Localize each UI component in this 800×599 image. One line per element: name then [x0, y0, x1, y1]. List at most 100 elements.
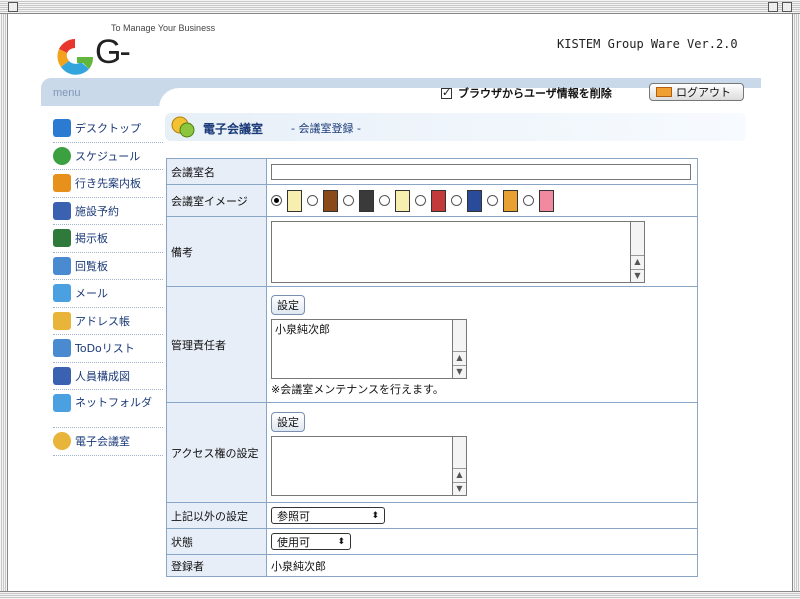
room-image-radio-7[interactable] [487, 195, 498, 206]
logout-arrow-icon [656, 87, 672, 97]
menu-item-net-folder[interactable]: ネットフォルダ [53, 390, 163, 428]
registrant-value: 小泉純次郎 [266, 554, 698, 577]
manager-scrollbar[interactable]: ▲ ▼ [452, 319, 466, 378]
menu-item-label: 人員構成図 [75, 369, 130, 383]
window-bottom-edge [0, 591, 800, 599]
logo-g-icon [57, 39, 94, 75]
scroll-down-icon[interactable]: ▼ [453, 481, 466, 495]
board-icon [53, 229, 71, 248]
meeting-icon [53, 432, 71, 451]
notes-label: 備考 [166, 216, 267, 287]
door-icon [467, 189, 482, 212]
page-subtitle: - 会議室登録 - [291, 122, 361, 135]
door-icon [503, 189, 518, 212]
clock-icon [53, 146, 71, 165]
menu-item-meeting-room[interactable]: 電子会議室 [53, 428, 163, 456]
menu-item-label: アドレス帳 [75, 314, 130, 328]
access-set-button[interactable]: 設定 [271, 411, 305, 432]
manager-list-item[interactable]: 小泉純次郎 [272, 320, 466, 338]
menu-item-label: 掲示板 [75, 232, 108, 246]
room-image-radio-1[interactable] [271, 195, 282, 206]
logo-tagline: To Manage Your Business [111, 23, 216, 33]
scroll-up-icon[interactable]: ▲ [453, 350, 466, 364]
door-icon [431, 189, 446, 212]
registrant-label: 登録者 [166, 554, 267, 577]
delete-browser-info-label: ブラウザからユーザ情報を削除 [458, 87, 612, 100]
door-icon [395, 189, 410, 212]
menu-item-label: ネットフォルダ [75, 396, 152, 409]
book-icon [53, 311, 71, 330]
menu-item-label: 施設予約 [75, 204, 119, 218]
select-arrows-icon: ⬍ [371, 510, 379, 521]
menu-item-label: メール [75, 287, 108, 301]
logo: To Manage Your Business G-BOARD [53, 23, 233, 110]
meeting-icon [171, 116, 195, 138]
room-name-input[interactable] [271, 163, 691, 180]
menu-item-desktop[interactable]: デスクトップ [53, 115, 163, 143]
menu-item-mail[interactable]: メール [53, 280, 163, 308]
menu-item-destination-board[interactable]: 行き先案内板 [53, 170, 163, 198]
status-label: 状態 [166, 528, 267, 555]
menu-item-address-book[interactable]: アドレス帳 [53, 308, 163, 335]
door-icon [539, 189, 554, 212]
up-arrow-icon [53, 119, 71, 138]
menu-item-label: スケジュール [75, 149, 141, 163]
menu-item-circular[interactable]: 回覧板 [53, 253, 163, 280]
page-title: 電子会議室 [203, 122, 264, 136]
room-image-radio-2[interactable] [307, 195, 318, 206]
door-icon [359, 189, 374, 212]
scroll-down-icon[interactable]: ▼ [453, 364, 466, 378]
version-text: KISTEM Group Ware Ver.2.0 [557, 37, 738, 51]
logout-button[interactable]: ログアウト [649, 83, 744, 101]
content-header: 電子会議室 - 会議室登録 - [165, 113, 746, 141]
access-listbox[interactable]: ▲ ▼ [271, 435, 467, 496]
scroll-up-icon[interactable]: ▲ [453, 467, 466, 481]
menu-item-label: 回覧板 [75, 259, 108, 273]
menu-label: menu [53, 87, 81, 99]
window-titlebar [0, 0, 800, 14]
menu-item-label: 電子会議室 [75, 435, 130, 449]
room-name-label: 会議室名 [166, 158, 267, 185]
delete-browser-info-option[interactable]: ブラウザからユーザ情報を削除 [441, 85, 612, 101]
notes-scrollbar[interactable]: ▲ ▼ [630, 221, 644, 282]
door-icon [287, 189, 302, 212]
other-permission-select[interactable]: 参照可 ⬍ [271, 507, 385, 524]
status-value: 使用可 [277, 535, 310, 549]
room-image-label: 会議室イメージ [166, 184, 267, 217]
menu-item-facility-booking[interactable]: 施設予約 [53, 198, 163, 225]
scroll-down-icon[interactable]: ▼ [631, 268, 644, 282]
access-scrollbar[interactable]: ▲ ▼ [452, 436, 466, 495]
delete-browser-info-checkbox[interactable] [441, 86, 452, 99]
room-image-radio-8[interactable] [523, 195, 534, 206]
window-collapse-box[interactable] [782, 2, 792, 12]
room-image-radio-6[interactable] [451, 195, 462, 206]
manager-listbox[interactable]: 小泉純次郎 ▲ ▼ [271, 318, 467, 379]
window-left-edge [0, 14, 8, 599]
building-icon [53, 201, 71, 220]
scroll-up-icon[interactable]: ▲ [631, 254, 644, 268]
menu-item-todo[interactable]: ToDoリスト [53, 335, 163, 363]
menu-item-org-chart[interactable]: 人員構成図 [53, 363, 163, 390]
manager-set-button[interactable]: 設定 [271, 294, 305, 315]
manager-label: 管理責任者 [166, 286, 267, 403]
room-image-radio-3[interactable] [343, 195, 354, 206]
page: To Manage Your Business G-BOARD KISTEM G… [9, 15, 792, 591]
menu-item-bulletin-board[interactable]: 掲示板 [53, 225, 163, 253]
org-chart-icon [53, 366, 71, 385]
menu-item-label: 行き先案内板 [75, 177, 141, 191]
right-arrow-icon [53, 174, 71, 193]
select-arrows-icon: ⬍ [337, 536, 345, 547]
status-select[interactable]: 使用可 ⬍ [271, 533, 351, 550]
side-menu: デスクトップ スケジュール 行き先案内板 施設予約 掲示板 回覧板 メール アド… [53, 115, 163, 456]
checklist-icon [53, 339, 71, 358]
window-zoom-box[interactable] [768, 2, 778, 12]
menu-item-schedule[interactable]: スケジュール [53, 143, 163, 170]
menu-item-label: デスクトップ [75, 122, 141, 136]
notes-textarea[interactable]: ▲ ▼ [271, 220, 645, 283]
window-close-box[interactable] [8, 2, 18, 12]
room-registration-form: 会議室名 会議室イメージ 備考 ▲ ▼ 管理責任者 設定 小泉純次郎 ▲ ▼ ※… [166, 158, 698, 577]
other-permission-value: 参照可 [277, 509, 310, 523]
room-image-radio-5[interactable] [415, 195, 426, 206]
manager-note: ※会議室メンテナンスを行えます。 [271, 382, 444, 396]
room-image-radio-4[interactable] [379, 195, 390, 206]
